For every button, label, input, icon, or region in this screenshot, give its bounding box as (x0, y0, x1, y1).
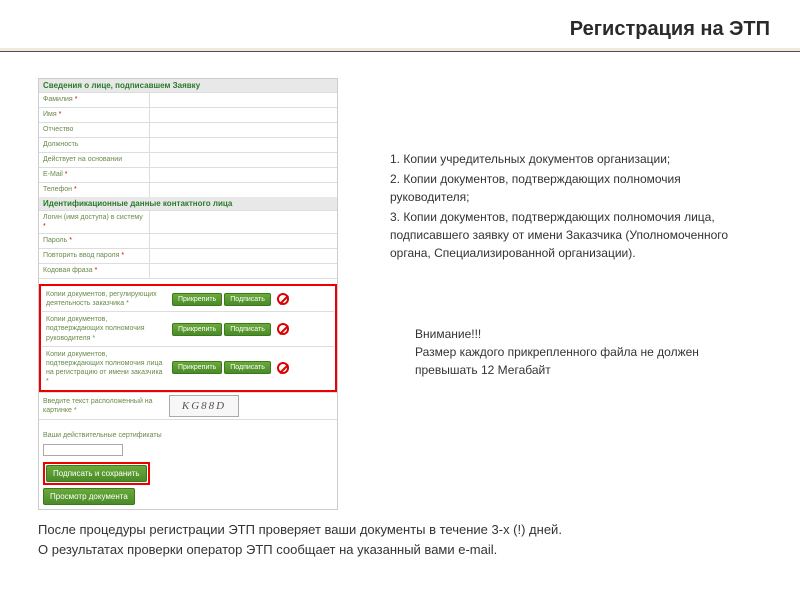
field-label: Отчество (43, 126, 73, 133)
field-input[interactable] (149, 249, 337, 263)
field-row: E-Mail * (39, 167, 337, 182)
field-row: Телефон * (39, 182, 337, 197)
field-row: Кодовая фраза * (39, 263, 337, 278)
field-input[interactable] (149, 234, 337, 248)
attach-label: Копии документов, подтверждающих полномо… (46, 316, 145, 341)
sign-button[interactable]: Подписать (224, 323, 271, 336)
field-input[interactable] (149, 168, 337, 182)
list-item: 2. Копии документов, подтверждающих полн… (390, 170, 760, 206)
warning-body: Размер каждого прикрепленного файла не д… (415, 343, 755, 379)
sign-button[interactable]: Подписать (224, 293, 271, 306)
field-input[interactable] (149, 138, 337, 152)
field-input[interactable] (149, 183, 337, 197)
attach-button[interactable]: Прикрепить (172, 323, 222, 336)
attachment-row: Копии документов, подтверждающих полномо… (42, 311, 334, 345)
header-divider (0, 48, 800, 52)
delete-icon[interactable] (277, 362, 289, 374)
view-doc-button[interactable]: Просмотр документа (43, 488, 135, 505)
field-label: Повторить ввод пароля (43, 252, 119, 259)
field-label: Фамилия (43, 96, 73, 103)
action-buttons: Подписать и сохранить Просмотр документа (39, 458, 337, 509)
field-row: Действует на основании (39, 152, 337, 167)
attachments-highlighted: Копии документов, регулирующих деятельно… (39, 284, 337, 392)
warning-title: Внимание!!! (415, 325, 755, 343)
field-row: Фамилия * (39, 92, 337, 107)
list-item: 1. Копии учредительных документов органи… (390, 150, 760, 168)
registration-form: Сведения о лице, подписавшем Заявку Фами… (38, 78, 338, 510)
attachment-row: Копии документов, регулирующих деятельно… (42, 287, 334, 311)
field-row: Имя * (39, 107, 337, 122)
warning-block: Внимание!!! Размер каждого прикрепленног… (415, 325, 755, 379)
field-row: Логин (имя доступа) в систему * (39, 210, 337, 233)
field-input[interactable] (149, 123, 337, 137)
footer-line: После процедуры регистрации ЭТП проверяе… (38, 520, 770, 540)
attach-button[interactable]: Прикрепить (172, 293, 222, 306)
field-label: Имя (43, 111, 57, 118)
documents-list: 1. Копии учредительных документов органи… (390, 150, 760, 264)
delete-icon[interactable] (277, 323, 289, 335)
field-row: Отчество (39, 122, 337, 137)
submit-button[interactable]: Подписать и сохранить (46, 465, 147, 482)
page-header: Регистрация на ЭТП (570, 18, 770, 41)
page-title: Регистрация на ЭТП (570, 18, 770, 41)
field-label: Действует на основании (43, 156, 122, 163)
footer-line: О результатах проверки оператор ЭТП сооб… (38, 540, 770, 560)
attachment-row: Копии документов, подтверждающих полномо… (42, 346, 334, 389)
cert-label: Ваши действительные сертификаты (39, 429, 337, 442)
cert-select[interactable] (43, 444, 123, 456)
attach-button[interactable]: Прикрепить (172, 361, 222, 374)
field-label: Логин (имя доступа) в систему (43, 214, 143, 221)
list-item: 3. Копии документов, подтверждающих полн… (390, 208, 760, 262)
field-label: Пароль (43, 237, 67, 244)
section-signer-info: Сведения о лице, подписавшем Заявку (39, 79, 337, 92)
captcha-row: Введите текст расположенный на картинке … (39, 392, 337, 419)
field-label: E-Mail (43, 171, 63, 178)
attach-label: Копии документов, регулирующих деятельно… (46, 291, 157, 307)
field-label: Кодовая фраза (43, 267, 93, 274)
captcha-label: Введите текст расположенный на картинке (43, 398, 153, 414)
section-contact-id: Идентификационные данные контактного лиц… (39, 197, 337, 210)
field-row: Повторить ввод пароля * (39, 248, 337, 263)
field-label: Должность (43, 141, 78, 148)
field-input[interactable] (149, 93, 337, 107)
captcha-image: KG88D (169, 395, 239, 417)
footer-note: После процедуры регистрации ЭТП проверяе… (38, 520, 770, 559)
field-row: Должность (39, 137, 337, 152)
attach-label: Копии документов, подтверждающих полномо… (46, 351, 163, 376)
field-input[interactable] (149, 108, 337, 122)
delete-icon[interactable] (277, 293, 289, 305)
field-input[interactable] (149, 211, 337, 233)
field-input[interactable] (149, 153, 337, 167)
field-input[interactable] (149, 264, 337, 278)
sign-button[interactable]: Подписать (224, 361, 271, 374)
field-label: Телефон (43, 186, 72, 193)
field-row: Пароль * (39, 233, 337, 248)
